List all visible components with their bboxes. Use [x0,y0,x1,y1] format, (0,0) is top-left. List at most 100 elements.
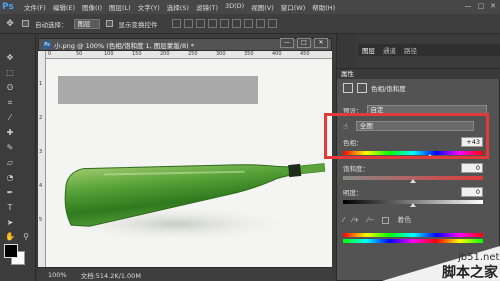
saturation-label: 饱和度： [343,165,369,173]
lightness-row: 明度： [343,187,363,197]
colorize-checkbox[interactable] [382,216,390,224]
lightness-slider-thumb[interactable] [410,203,416,207]
menu-select[interactable]: 选择(S) [167,2,189,12]
eyedropper-add-icon[interactable]: ⁄+ [352,216,359,224]
align-top-icon[interactable] [171,19,181,28]
doc-close-button[interactable]: ✕ [314,38,328,48]
status-bar: 100% 文档:514.2K/1.00M [38,267,332,281]
show-transform-label: 显示变换控件 [118,20,158,29]
brush-icon[interactable]: ✎ [4,142,16,154]
marquee-icon[interactable]: ⬚ [4,67,16,79]
pen-icon[interactable]: ✒ [4,187,16,199]
tab-paths[interactable]: 路径 [404,45,417,55]
tab-channels[interactable]: 通道 [383,45,396,55]
menu-file[interactable]: 文件(F) [24,2,46,12]
menu-bar: Ps 文件(F) 编辑(E) 图像(I) 图层(L) 文字(Y) 选择(S) 滤… [0,0,500,14]
move-tool-icon[interactable]: ✥ [4,18,16,30]
blur-icon[interactable]: ◔ [4,172,16,184]
green-bottle-image [56,163,326,242]
move-icon[interactable]: ✥ [4,52,16,64]
hand-icon[interactable]: ✋ [4,231,16,243]
eyedropper-icon[interactable]: ⁄ [4,112,16,124]
align-right-icon[interactable] [231,19,241,28]
photoshop-window: Ps 文件(F) 编辑(E) 图像(I) 图层(L) 文字(Y) 选择(S) 滤… [0,0,500,281]
ruler-top-label: 450 [300,51,310,57]
zoom-icon[interactable]: ⚲ [20,231,32,243]
saturation-slider-thumb[interactable] [410,179,416,183]
close-button[interactable]: ✕ [490,2,496,10]
window-controls: — □ ✕ [465,2,497,10]
document-ps-icon: Ps [43,40,51,49]
menu-view[interactable]: 视图(V) [251,2,274,12]
ruler-left-label: 4 [39,183,43,189]
eyedropper-subtract-icon[interactable]: ⁄− [367,216,374,224]
ruler-top-label: 300 [216,51,226,57]
align-buttons [171,19,277,28]
align-center-icon[interactable] [219,19,229,28]
zoom-level[interactable]: 100% [48,271,67,279]
menu-type[interactable]: 文字(Y) [138,2,160,12]
crop-icon[interactable]: ⌗ [4,97,16,109]
ruler-top-label: 250 [188,51,198,57]
menu-items: 文件(F) 编辑(E) 图像(I) 图层(L) 文字(Y) 选择(S) 滤镜(T… [24,2,335,12]
distribute-bottom-icon[interactable] [267,19,277,28]
lasso-icon[interactable]: ʘ [4,82,16,94]
ruler-left-label: 5 [39,217,43,223]
mask-icon[interactable] [357,83,367,93]
healing-brush-icon[interactable]: ✚ [4,127,16,139]
adjustment-title-row: 色相/饱和度 [343,83,406,93]
ruler-top-label: 200 [160,51,170,57]
ps-logo: Ps [2,2,14,12]
menu-help[interactable]: 帮助(H) [312,2,335,12]
maximize-button[interactable]: □ [478,2,485,10]
minimize-button[interactable]: — [465,2,472,10]
menu-3d[interactable]: 3D(D) [225,2,244,12]
auto-select-checkbox[interactable] [22,20,29,27]
align-middle-icon[interactable] [183,19,193,28]
auto-select-dropdown[interactable]: 图层 [73,18,100,29]
adjustment-title: 色相/饱和度 [371,85,406,93]
menu-window[interactable]: 窗口(W) [281,2,306,12]
properties-title: 属性 [341,70,354,78]
layers-panel-tabs: 图层 通道 路径 [358,44,500,56]
foreground-color-swatch[interactable] [4,244,18,258]
ruler-top-label: 100 [104,51,114,57]
lightness-label: 明度： [343,189,363,197]
ruler-top-label: 50 [76,51,83,57]
menu-filter[interactable]: 滤镜(T) [196,2,218,12]
document-window-controls: — □ ✕ [280,38,328,48]
tab-layers[interactable]: 图层 [362,45,375,55]
properties-header: 属性 [337,69,500,79]
type-icon[interactable]: T [4,202,16,214]
ruler-left-label: 2 [39,115,43,121]
menu-layer[interactable]: 图层(L) [109,2,131,12]
document-canvas[interactable] [46,59,332,267]
adjustment-layer-icon [343,83,353,93]
doc-minimize-button[interactable]: — [280,38,294,48]
distribute-top-icon[interactable] [243,19,253,28]
show-transform-checkbox[interactable] [105,20,113,27]
eyedropper-icon[interactable]: ⁄ [343,216,344,224]
saturation-row: 饱和度： [343,163,369,173]
tools-panel: ✥ ⬚ ʘ ⌗ ⁄ ✚ ✎ ▱ ◔ ✒ T ➤ ✋ ⚲ [0,34,36,281]
align-left-icon[interactable] [207,19,217,28]
eraser-icon[interactable]: ▱ [4,157,16,169]
doc-maximize-button[interactable]: □ [297,38,311,48]
options-bar: ✥ 自动选择： 图层 显示变换控件 [0,14,500,34]
align-bottom-icon[interactable] [195,19,205,28]
menu-edit[interactable]: 编辑(E) [53,2,75,12]
ruler-left: 1 2 3 4 5 [38,51,46,267]
watermark-site: jb51.net [457,252,500,263]
ruler-left-label: 3 [39,149,43,155]
menu-image[interactable]: 图像(I) [82,2,102,12]
document-size: 文档:514.2K/1.00M [80,271,141,280]
lightness-value-field[interactable]: 0 [461,187,483,197]
distribute-middle-icon[interactable] [255,19,265,28]
ruler-left-label: 1 [39,81,43,87]
document-title: 小.png @ 100% (色相/饱和度 1, 图层蒙版/8) * [54,41,194,50]
highlight-annotation-box [324,113,489,159]
input-hue-bar [343,233,483,237]
saturation-value-field[interactable]: 0 [461,163,483,173]
path-select-icon[interactable]: ➤ [4,217,16,229]
auto-select-label: 自动选择： [35,20,68,29]
